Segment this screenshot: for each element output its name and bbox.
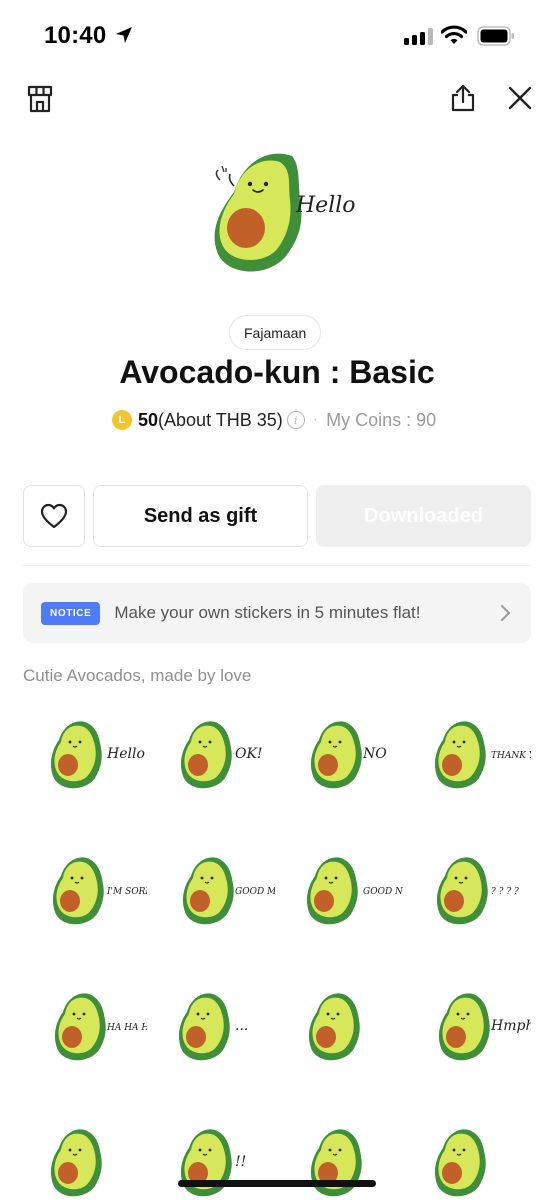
price-approx: (About THB 35) bbox=[158, 409, 283, 430]
hero-sticker: Hello bbox=[200, 150, 360, 280]
avocado-sticker-image: THANK YOU bbox=[434, 721, 550, 789]
avocado-sticker-image: Hmph! bbox=[438, 993, 540, 1061]
sticker-item[interactable]: OK! bbox=[151, 708, 275, 828]
location-arrow-icon bbox=[116, 27, 132, 43]
sticker-item[interactable] bbox=[279, 1116, 403, 1200]
sticker-caption: NO bbox=[362, 746, 387, 762]
separator-dot: · bbox=[312, 411, 319, 428]
avocado-sticker-image bbox=[434, 1129, 486, 1197]
sticker-item[interactable]: ... bbox=[151, 980, 275, 1100]
avocado-sticker-image: !! bbox=[180, 1129, 246, 1197]
info-icon[interactable]: i bbox=[286, 411, 305, 429]
sticker-item[interactable]: ? ? ? ? bbox=[407, 844, 531, 964]
downloaded-button[interactable]: Downloaded bbox=[316, 485, 531, 547]
price-amount: 50 bbox=[138, 409, 159, 430]
coin-icon: L bbox=[112, 410, 132, 430]
sticker-caption: GOOD NIGHT bbox=[363, 887, 403, 897]
sticker-item[interactable] bbox=[407, 1116, 531, 1200]
sticker-caption: !! bbox=[235, 1154, 246, 1170]
sticker-item[interactable]: !! bbox=[151, 1116, 275, 1200]
divider bbox=[23, 565, 531, 566]
avocado-sticker-image: OK! bbox=[180, 721, 263, 789]
avocado-sticker-image: NO bbox=[310, 721, 387, 789]
share-icon[interactable] bbox=[449, 83, 477, 113]
avocado-sticker-image: ? ? ? ? bbox=[436, 857, 519, 925]
notice-banner[interactable]: NOTICE Make your own stickers in 5 minut… bbox=[23, 583, 531, 643]
sticker-item[interactable] bbox=[23, 1116, 147, 1200]
avocado-sticker-image: GOOD MORNING bbox=[182, 857, 317, 925]
notice-badge: NOTICE bbox=[41, 601, 101, 625]
sticker-caption: OK! bbox=[235, 746, 263, 762]
sticker-caption: Hmph! bbox=[490, 1018, 531, 1034]
sticker-caption: Hello bbox=[106, 746, 145, 762]
status-time: 10:40 bbox=[44, 22, 107, 49]
my-coins: My Coins : 90 bbox=[326, 409, 437, 430]
wifi-icon bbox=[441, 25, 467, 44]
avocado-sticker-image: Hello bbox=[50, 721, 145, 789]
sticker-item[interactable]: NO bbox=[279, 708, 403, 828]
home-indicator bbox=[178, 1180, 376, 1187]
author-chip[interactable]: Fajamaan bbox=[229, 315, 322, 350]
avocado-sticker-image bbox=[310, 1129, 362, 1197]
send-as-gift-button[interactable]: Send as gift bbox=[93, 485, 308, 547]
sticker-item[interactable]: THANK YOU bbox=[407, 708, 550, 828]
sticker-caption: HA HA HA bbox=[106, 1023, 147, 1033]
sticker-caption: ... bbox=[235, 1018, 248, 1034]
avocado-sticker-image: GOOD NIGHT bbox=[306, 857, 428, 925]
status-bar: 10:40 bbox=[0, 0, 554, 72]
cellular-signal-icon bbox=[404, 28, 433, 45]
hero-caption: Hello bbox=[295, 193, 356, 218]
avocado-sticker-image: I'M SORRY... bbox=[52, 857, 165, 925]
chevron-right-icon bbox=[501, 605, 510, 621]
close-icon[interactable] bbox=[507, 85, 533, 111]
pack-description: Cutie Avocados, made by love bbox=[23, 666, 252, 685]
sticker-caption: I'M SORRY... bbox=[106, 887, 147, 897]
sticker-item[interactable] bbox=[279, 980, 403, 1100]
sticker-item[interactable]: Hello bbox=[23, 708, 147, 828]
sticker-item[interactable]: I'M SORRY... bbox=[23, 844, 165, 964]
sticker-item[interactable]: HA HA HA bbox=[23, 980, 156, 1100]
price-row: L 50 (About THB 35) i · My Coins : 90 bbox=[112, 408, 436, 432]
like-button[interactable] bbox=[23, 485, 85, 547]
sticker-item[interactable]: GOOD MORNING bbox=[151, 844, 317, 964]
avocado-sticker-image: HA HA HA bbox=[54, 993, 156, 1061]
sticker-item[interactable]: Hmph! bbox=[407, 980, 540, 1100]
sticker-caption: ? ? ? ? bbox=[491, 887, 519, 897]
battery-icon bbox=[477, 26, 514, 46]
notice-text: Make your own stickers in 5 minutes flat… bbox=[114, 603, 421, 622]
pack-title: Avocado-kun : Basic bbox=[119, 354, 435, 390]
sticker-item[interactable]: GOOD NIGHT bbox=[279, 844, 428, 964]
heart-icon bbox=[40, 503, 68, 529]
shop-icon[interactable] bbox=[26, 84, 54, 114]
avocado-sticker-image bbox=[50, 1129, 102, 1197]
avocado-sticker-image: ... bbox=[178, 993, 248, 1061]
sticker-caption: THANK YOU bbox=[491, 751, 531, 761]
sticker-caption: GOOD MORNING bbox=[235, 887, 275, 897]
avocado-sticker-image bbox=[308, 993, 360, 1061]
